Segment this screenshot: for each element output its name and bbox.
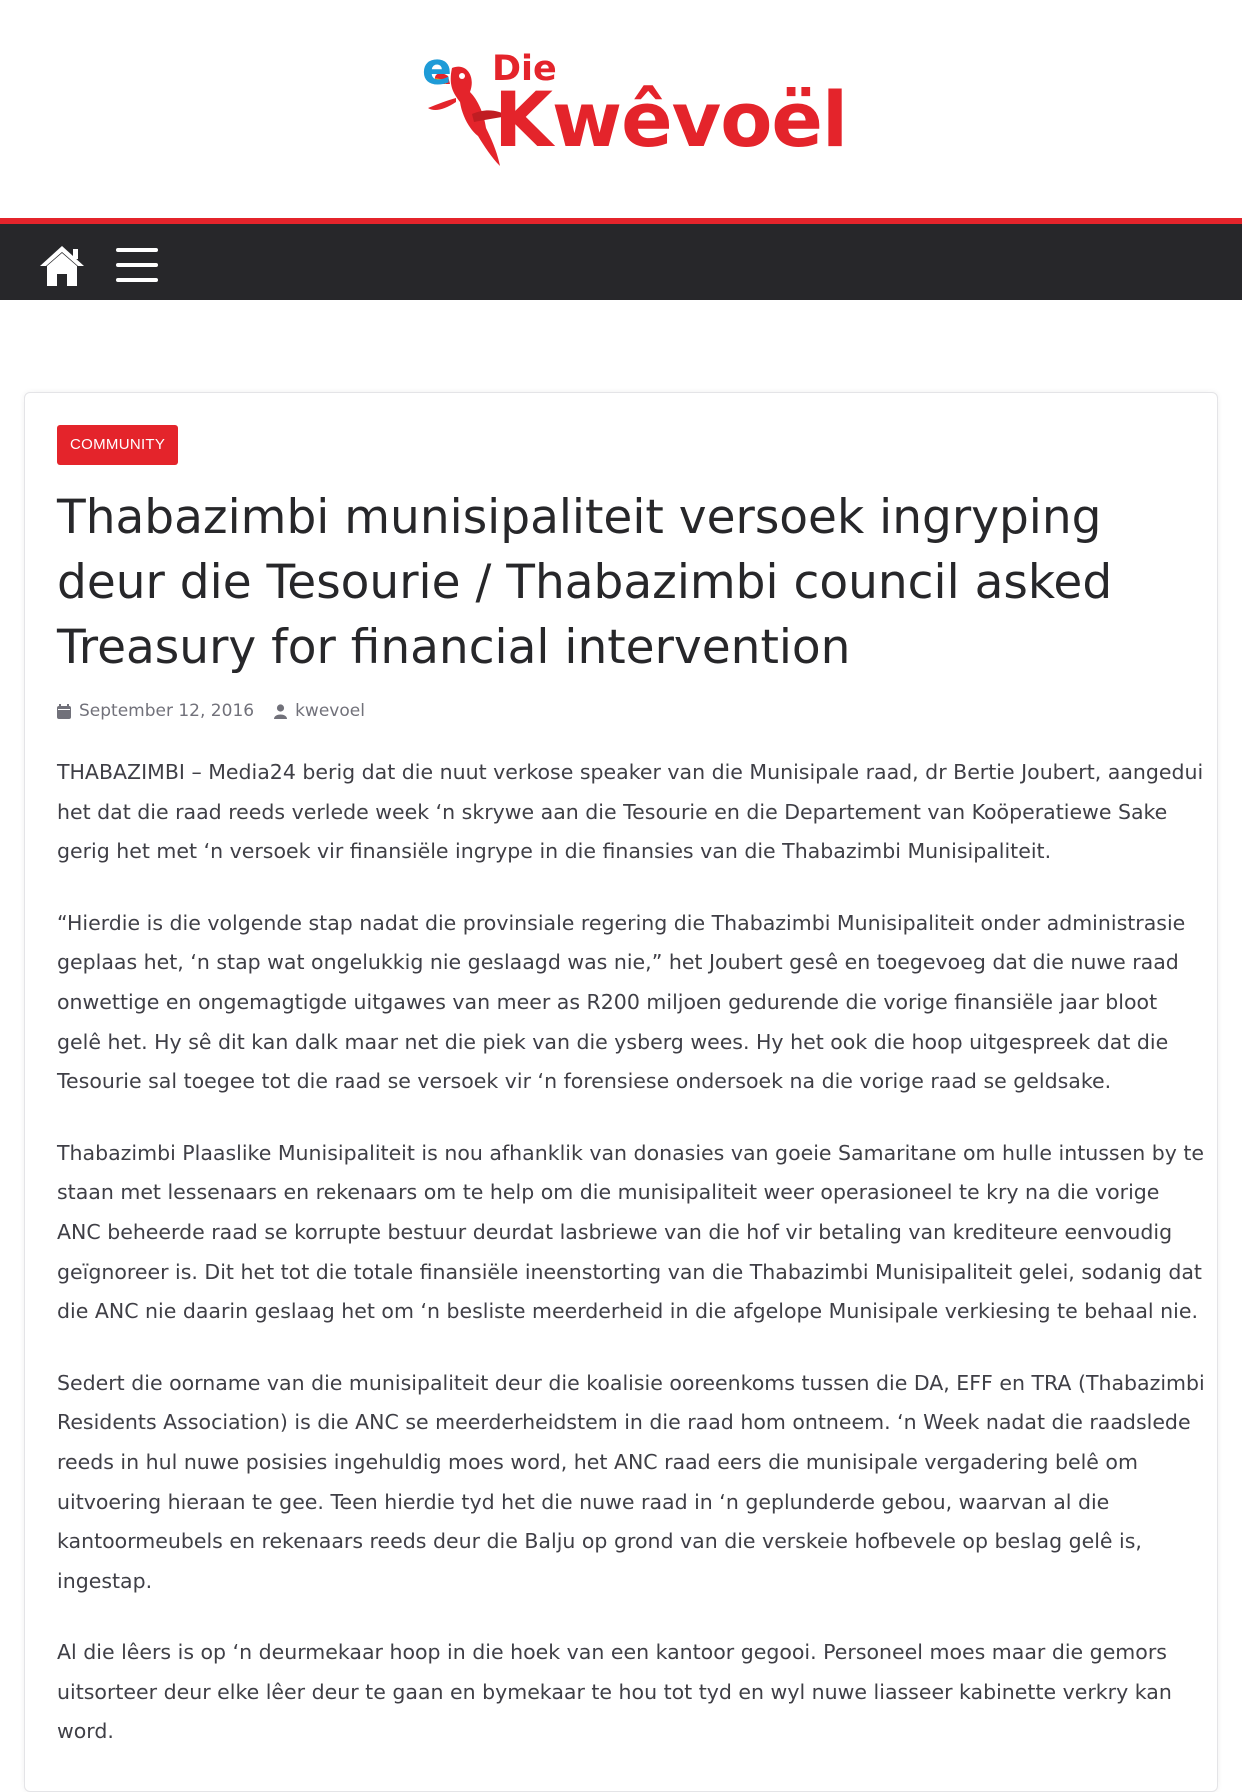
article-paragraph: “Hierdie is die volgende stap nadat die …: [57, 910, 1186, 1094]
user-icon: [274, 703, 288, 719]
author-name[interactable]: kwevoel: [295, 701, 365, 721]
article-date[interactable]: September 12, 2016: [79, 701, 254, 721]
menu-line: [116, 278, 158, 282]
site-logo[interactable]: e Die Kwêvoël: [418, 40, 848, 170]
site-header: e Die Kwêvoël: [0, 0, 1242, 218]
article-body: THABAZIMBI – Media24 berig dat die nuut …: [57, 753, 1207, 1784]
article-paragraph: Al die lêers is op ‘n deurmekaar hoop in…: [57, 1640, 1172, 1744]
hamburger-menu-icon[interactable]: [116, 248, 158, 282]
category-badge[interactable]: COMMUNITY: [57, 425, 179, 465]
logo-e-letter: e: [422, 44, 452, 95]
logo-name-text: Kwêvoël: [494, 75, 848, 164]
home-icon[interactable]: [38, 244, 86, 288]
article-paragraph: Sedert die oorname van die munisipalitei…: [57, 1370, 1205, 1593]
main-navigation: [0, 218, 1242, 300]
article-paragraph: THABAZIMBI – Media24 berig dat die nuut …: [57, 760, 1204, 864]
article-card: COMMUNITY Thabazimbi munisipaliteit vers…: [24, 392, 1218, 1792]
article-author: kwevoel: [274, 701, 365, 721]
menu-line: [116, 248, 158, 252]
menu-line: [116, 263, 158, 267]
calendar-icon: [57, 703, 71, 719]
article-title: Thabazimbi munisipaliteit versoek ingryp…: [57, 490, 1113, 675]
article-paragraph: Thabazimbi Plaaslike Munisipaliteit is n…: [57, 1140, 1205, 1324]
article-meta: September 12, 2016 kwevoel: [57, 701, 365, 721]
